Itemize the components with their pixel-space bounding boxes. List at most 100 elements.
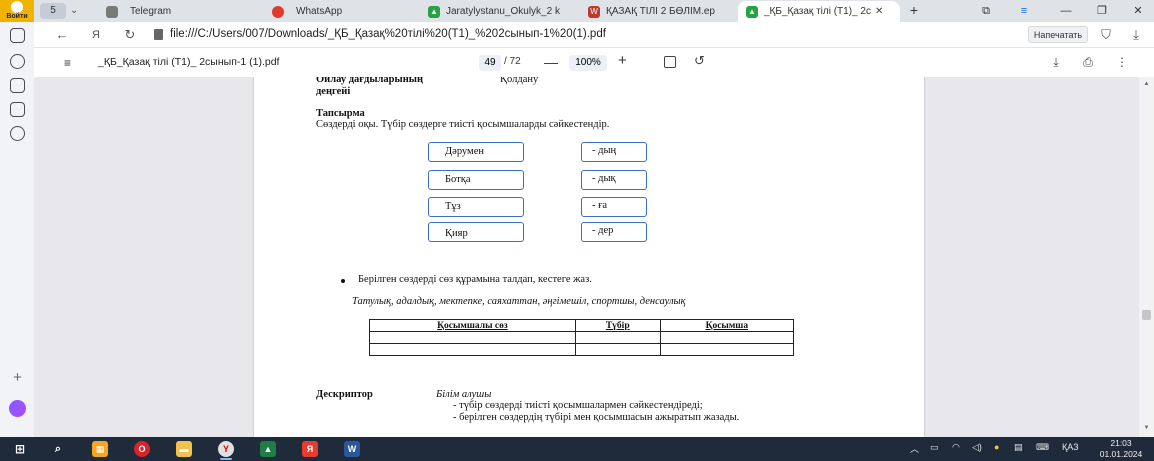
scroll-down-icon[interactable]: ▼: [1142, 425, 1151, 433]
windows-start-icon[interactable]: ⊞: [12, 441, 28, 457]
tabs-icon[interactable]: [10, 28, 25, 43]
suffix-box: - дер: [581, 222, 647, 242]
profile-button[interactable]: Войти: [0, 0, 34, 22]
collection-icon[interactable]: [10, 78, 25, 93]
taskbar: ⊞ ⌕ ▦ O ▬ Y ▲ Я W ︿ ▭ ◠ ◁) ● ▤ ⌨ ҚАЗ 21:…: [0, 437, 1154, 461]
tab-whatsapp[interactable]: WhatsApp: [262, 1, 412, 22]
print-icon[interactable]: ⎙: [1080, 54, 1096, 70]
assistant-icon[interactable]: [9, 400, 26, 417]
page-total: / 72: [504, 56, 521, 67]
word-icon[interactable]: W: [344, 441, 360, 457]
yandex-icon[interactable]: Я: [86, 25, 106, 45]
drive-icon: ▲: [746, 5, 758, 18]
wifi-icon[interactable]: ◠: [952, 442, 960, 453]
tab-okulyk[interactable]: ▲ Jaratylystanu_Okulyk_2 k: [420, 1, 580, 22]
fit-page-icon[interactable]: [664, 56, 676, 68]
tab-label: WhatsApp: [296, 6, 343, 17]
zoom-level-input[interactable]: 100%: [569, 55, 607, 71]
add-panel-icon[interactable]: +: [10, 370, 25, 385]
level-label-line1: Ойлау дағдыларының: [316, 77, 424, 85]
menu-icon[interactable]: ≡: [64, 56, 78, 70]
scroll-thumb[interactable]: [1142, 310, 1151, 320]
photos-icon[interactable]: ▲: [260, 441, 276, 457]
task-title: Тапсырма: [316, 108, 365, 119]
browser-sidebar: +: [0, 22, 34, 437]
active-app-indicator: [220, 458, 232, 460]
battery-icon: ▭: [930, 442, 939, 452]
pdf-title: _ҚБ_Қазақ тілі (Т1)_ 2сынып-1 (1).pdf: [98, 56, 280, 68]
clock-time: 21:03: [1110, 438, 1132, 448]
table-header: Қосымша: [659, 319, 795, 332]
pdf-page: Ойлау дағдыларының деңгейі Қолдану Тапсы…: [254, 77, 924, 437]
camera-icon[interactable]: [10, 102, 25, 117]
word-box: Қияр: [428, 222, 524, 242]
profile-label: Войти: [6, 13, 28, 20]
table-header: Түбір: [574, 319, 661, 332]
word-icon: W: [588, 5, 600, 18]
keyboard-icon[interactable]: ⌨: [1036, 442, 1049, 453]
analysis-table: Қосымшалы сөз Түбір Қосымша: [369, 319, 795, 356]
volume-icon[interactable]: ◁): [972, 442, 982, 453]
tab-active-pdf[interactable]: ▲ _ҚБ_Қазақ тілі (Т1)_ 2с ✕: [738, 1, 900, 22]
download-icon[interactable]: ⤓: [1048, 54, 1064, 70]
new-tab-button[interactable]: +: [904, 3, 924, 19]
tab-telegram[interactable]: Telegram: [96, 1, 256, 22]
descriptor-label: Дескриптор: [316, 389, 373, 400]
level-value: Қолдану: [500, 77, 539, 85]
back-icon[interactable]: ←: [52, 25, 72, 45]
language-indicator[interactable]: ҚАЗ: [1062, 442, 1079, 452]
url-field[interactable]: file:///C:/Users/007/Downloads/_ҚБ_Қазақ…: [170, 25, 1030, 44]
tab-group-counter[interactable]: 5: [40, 3, 66, 19]
collections-icon[interactable]: ⧉: [976, 2, 996, 20]
tab-kazak-tili[interactable]: W ҚАЗАҚ ТІЛІ 2 БӨЛІМ.ep: [582, 1, 732, 22]
word-box: Ботқа: [428, 170, 524, 190]
bullet-point: [341, 279, 345, 283]
play-icon[interactable]: [10, 126, 25, 141]
more-options-icon[interactable]: ⋮: [1114, 54, 1130, 70]
print-button[interactable]: Напечатать: [1028, 26, 1088, 43]
suffix-box: - дық: [581, 170, 647, 190]
pdf-toolbar: ≡ _ҚБ_Қазақ тілі (Т1)_ 2сынып-1 (1).pdf …: [34, 47, 1154, 77]
search-icon[interactable]: ⌕: [50, 441, 66, 457]
rotate-icon[interactable]: ↺: [694, 53, 708, 69]
reload-icon[interactable]: ↻: [120, 25, 140, 45]
maximize-icon[interactable]: ❐: [1092, 2, 1112, 20]
vertical-scrollbar[interactable]: ▲ ▼: [1139, 77, 1154, 437]
paint-app-icon[interactable]: ▦: [92, 441, 108, 457]
page-number-input[interactable]: 49: [479, 55, 501, 71]
suffix-box: - дың: [581, 142, 647, 162]
chat-icon[interactable]: ▤: [1014, 442, 1023, 453]
task-text: Сөздерді оқы. Түбір сөздерге тиісті қосы…: [316, 119, 610, 130]
tab-label: ҚАЗАҚ ТІЛІ 2 БӨЛІМ.ep: [606, 6, 715, 17]
yandex-browser-icon[interactable]: Y: [218, 441, 234, 457]
record-icon: [272, 5, 284, 18]
chevron-up-icon[interactable]: ︿: [910, 442, 919, 455]
weather-icon[interactable]: ●: [994, 442, 999, 452]
minimize-icon[interactable]: —: [1056, 2, 1076, 20]
pdf-viewer[interactable]: Ойлау дағдыларының деңгейі Қолдану Тапсы…: [34, 77, 1139, 437]
zoom-out-button[interactable]: —: [544, 54, 558, 70]
document-icon: [106, 5, 118, 18]
yandex-icon[interactable]: Я: [302, 441, 318, 457]
close-icon[interactable]: ✕: [875, 6, 883, 17]
downloads-status-icon[interactable]: ≡: [1014, 2, 1034, 20]
table-header: Қосымшалы сөз: [369, 319, 576, 332]
example-words: Татулық, адалдық, мектепке, саяхаттан, ә…: [352, 296, 686, 307]
table-row: [369, 343, 795, 356]
close-window-icon[interactable]: ✕: [1128, 2, 1148, 20]
bookmark-icon[interactable]: ⛉: [1096, 25, 1116, 45]
scroll-up-icon[interactable]: ▲: [1142, 81, 1151, 89]
zoom-in-button[interactable]: +: [618, 53, 632, 69]
download-icon[interactable]: ⤓: [1126, 25, 1146, 45]
tab-label: Jaratylystanu_Okulyk_2 k: [446, 6, 560, 17]
address-bar: ← Я ↻ file:///C:/Users/007/Downloads/_ҚБ…: [34, 22, 1154, 47]
suffix-box: - ға: [581, 197, 647, 217]
drive-icon: ▲: [428, 5, 440, 18]
tab-label: Telegram: [130, 6, 172, 17]
clock-date: 01.01.2024: [1099, 449, 1143, 459]
chevron-down-icon[interactable]: ⌄: [70, 3, 84, 19]
file-explorer-icon[interactable]: ▬: [176, 441, 192, 457]
history-icon[interactable]: [10, 54, 25, 69]
opera-icon[interactable]: O: [134, 441, 150, 457]
clock[interactable]: 21:03 01.01.2024: [1094, 438, 1148, 460]
